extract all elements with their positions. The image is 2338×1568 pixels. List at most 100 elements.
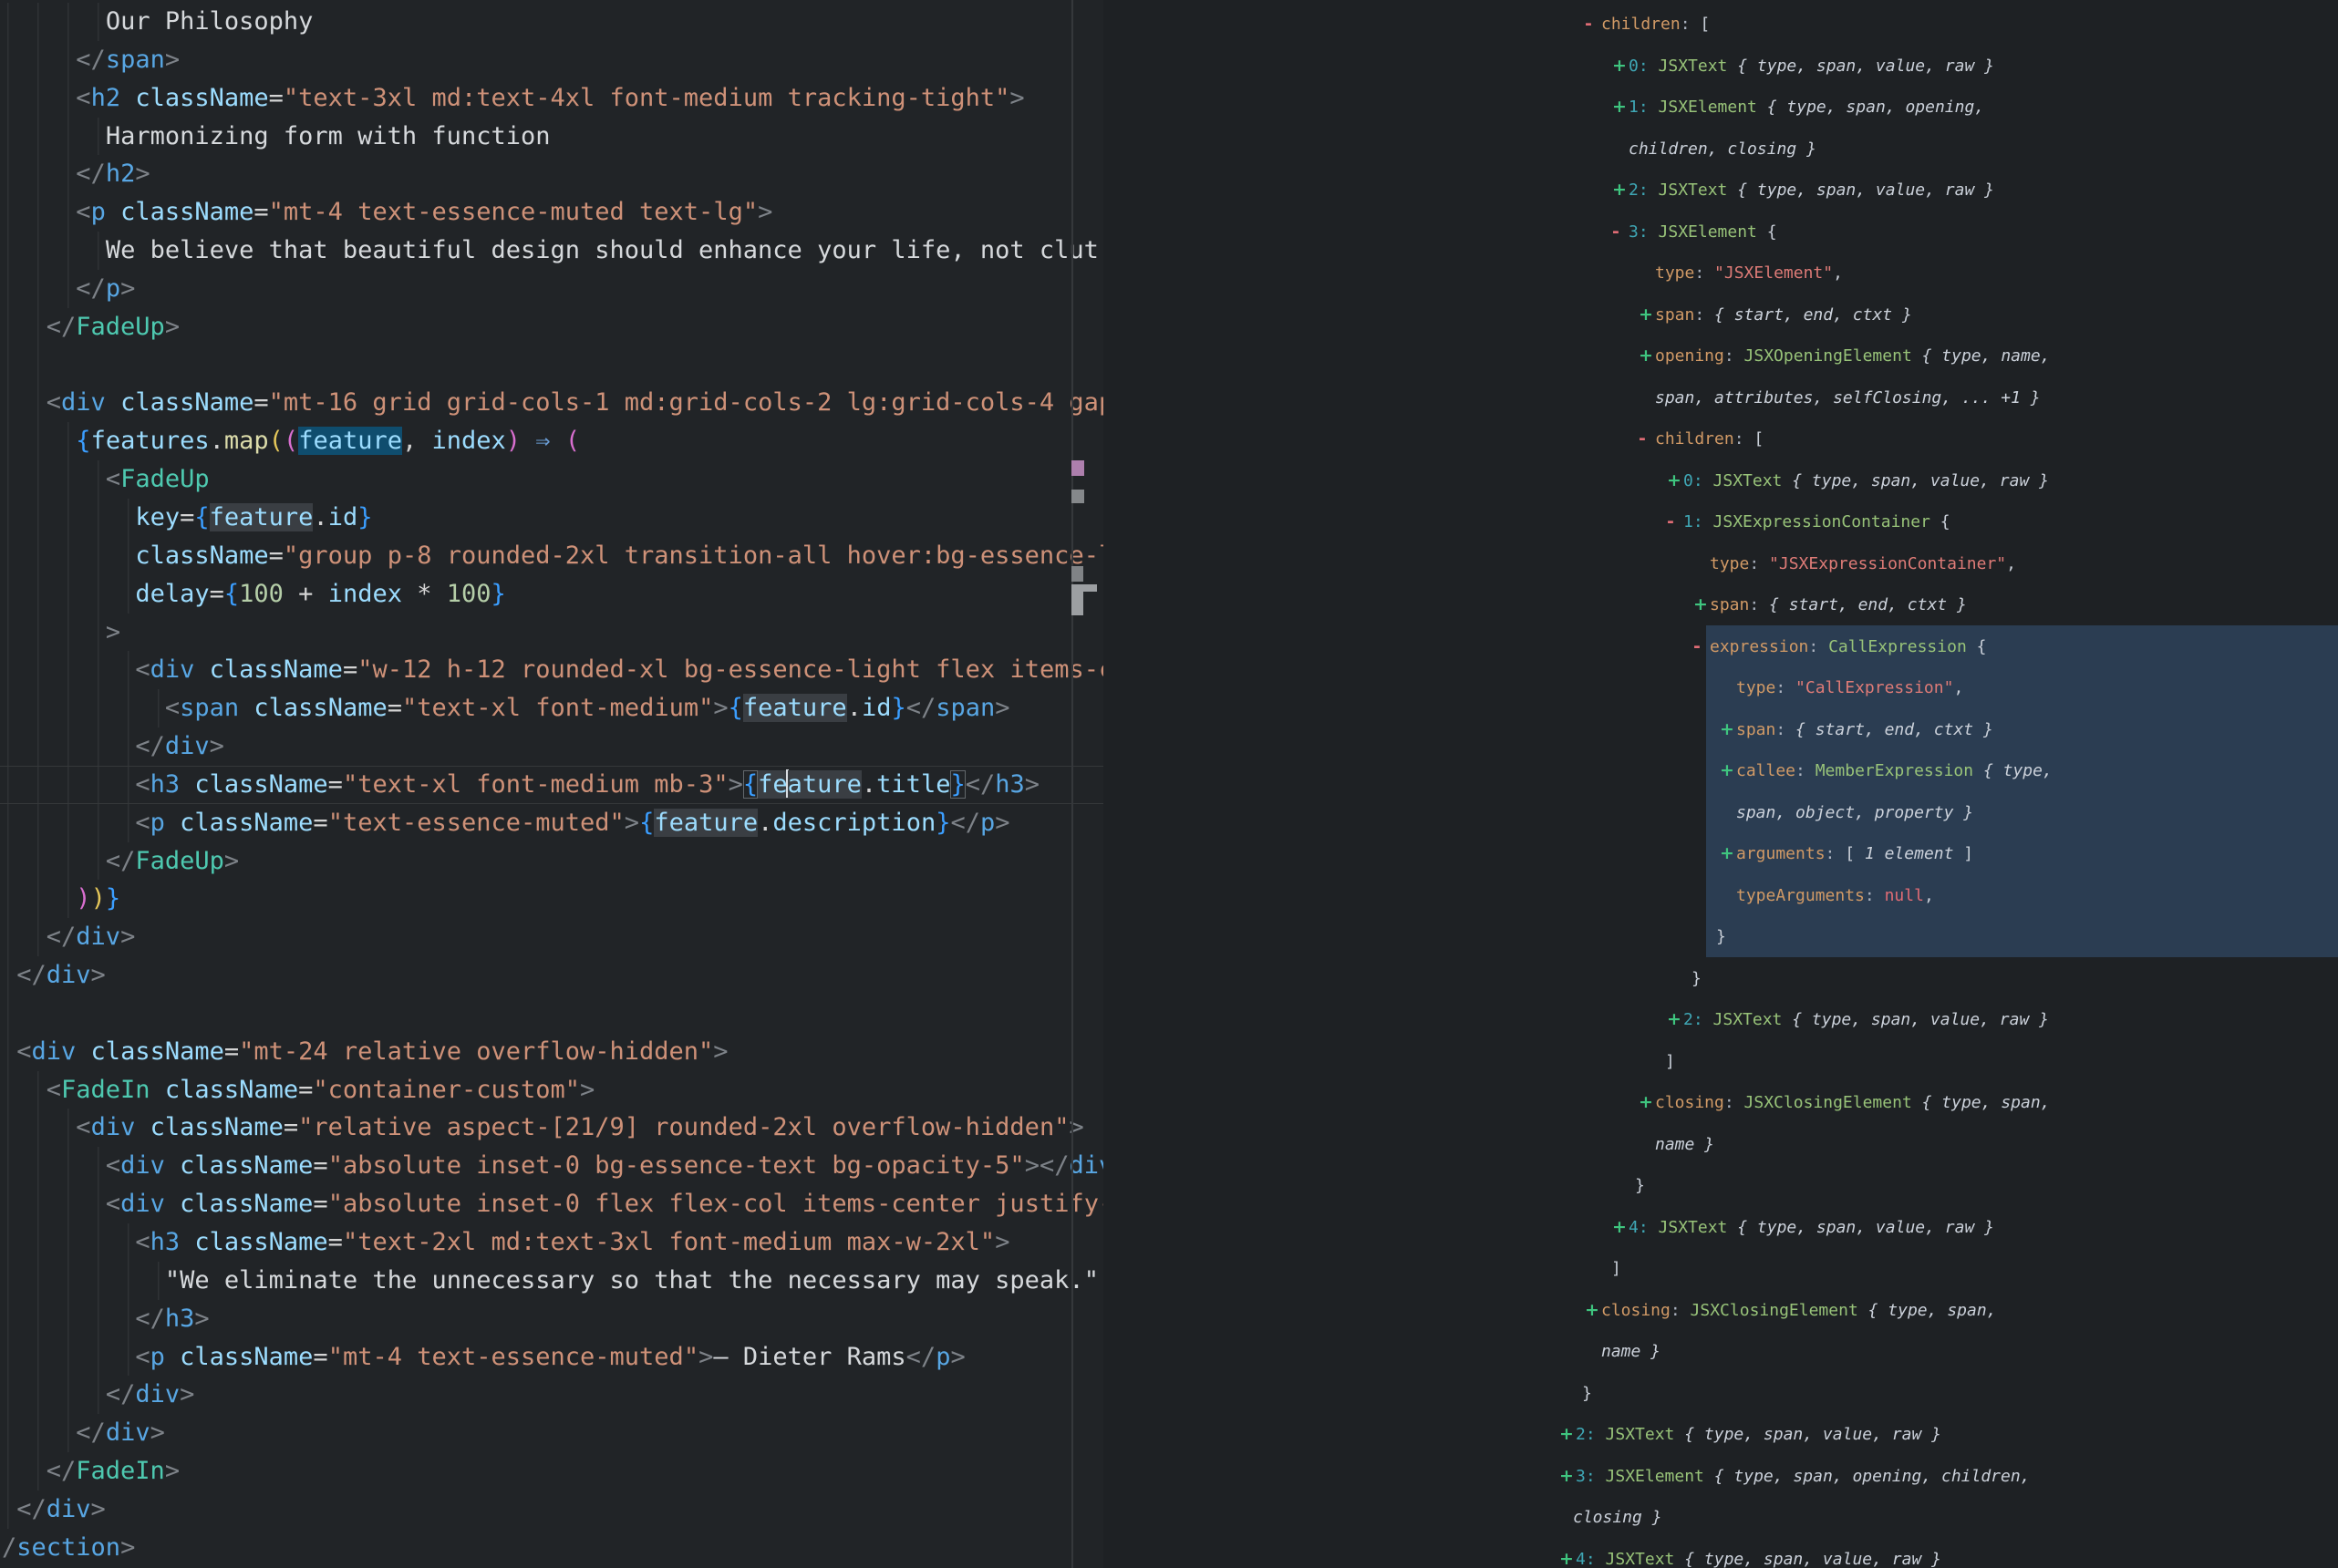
expand-toggle-icon[interactable]: + <box>1585 1290 1599 1332</box>
code-line[interactable]: "We eliminate the unnecessary so that th… <box>0 1262 1103 1300</box>
expand-toggle-icon[interactable]: + <box>1667 460 1681 502</box>
ast-row[interactable]: ] <box>1114 1041 2338 1083</box>
expand-toggle-icon[interactable]: + <box>1639 1082 1653 1124</box>
code-line[interactable]: delay={100 + index * 100} <box>0 575 1103 614</box>
code-line[interactable]: <h3 className="text-2xl md:text-3xl font… <box>0 1223 1103 1262</box>
ast-row[interactable]: +2: JSXText { type, span, value, raw } <box>1114 1414 2338 1456</box>
code-line[interactable]: <p className="mt-4 text-essence-muted te… <box>0 193 1103 232</box>
code-line[interactable]: className="group p-8 rounded-2xl transit… <box>0 537 1103 575</box>
ast-row[interactable]: +2: JSXText { type, span, value, raw } <box>1114 999 2338 1041</box>
code-line[interactable]: {features.map((feature, index) ⇒ ( <box>0 422 1103 460</box>
ast-row[interactable]: +closing: JSXClosingElement { type, span… <box>1114 1082 2338 1124</box>
code-line[interactable]: <FadeUp <box>0 460 1103 499</box>
code-line[interactable]: <div className="mt-24 relative overflow-… <box>0 1033 1103 1071</box>
ast-row[interactable]: ] <box>1114 1248 2338 1290</box>
ast-row[interactable]: +0: JSXText { type, span, value, raw } <box>1114 460 2338 502</box>
expand-toggle-icon[interactable]: + <box>1693 584 1708 626</box>
expand-toggle-icon[interactable]: + <box>1639 294 1653 336</box>
collapse-toggle-icon[interactable]: - <box>1585 4 1592 46</box>
code-line[interactable]: ))} <box>0 880 1103 918</box>
code-line[interactable]: </div> <box>0 727 1103 766</box>
code-line[interactable]: <div className="mt-16 grid grid-cols-1 m… <box>0 384 1103 422</box>
code-line[interactable]: </div> <box>0 918 1103 956</box>
ast-row[interactable]: } <box>1114 1373 2338 1415</box>
code-line[interactable] <box>0 995 1103 1033</box>
ast-row[interactable]: -children: [ <box>1114 418 2338 460</box>
ast-row[interactable]: +3: JSXElement { type, span, opening, ch… <box>1114 1456 2338 1498</box>
ast-row[interactable]: -1: JSXExpressionContainer { <box>1114 501 2338 543</box>
code-line[interactable]: </span> <box>0 41 1103 79</box>
ast-row[interactable]: +span: { start, end, ctxt } <box>1114 709 2338 751</box>
code-line[interactable]: key={feature.id} <box>0 499 1103 537</box>
code-line[interactable]: <div className="absolute inset-0 bg-esse… <box>0 1147 1103 1185</box>
expand-toggle-icon[interactable]: + <box>1559 1414 1574 1456</box>
code-line[interactable]: </FadeUp> <box>0 308 1103 346</box>
expand-toggle-icon[interactable]: + <box>1720 750 1734 792</box>
ast-row[interactable]: type: "JSXExpressionContainer", <box>1114 543 2338 585</box>
ast-row[interactable]: type: "CallExpression", <box>1114 667 2338 709</box>
expand-toggle-icon[interactable]: + <box>1612 87 1627 129</box>
ast-row[interactable]: typeArguments: null, <box>1114 875 2338 917</box>
code-line[interactable]: </FadeUp> <box>0 842 1103 881</box>
ast-row[interactable]: span, attributes, selfClosing, ... +1 } <box>1114 377 2338 419</box>
code-line[interactable]: > <box>0 614 1103 652</box>
code-line[interactable]: <p className="text-essence-muted">{featu… <box>0 804 1103 842</box>
code-line[interactable]: </div> <box>0 1491 1103 1529</box>
ast-row[interactable]: } <box>1114 958 2338 1000</box>
code-line[interactable]: </p> <box>0 270 1103 308</box>
code-line[interactable] <box>0 346 1103 385</box>
expand-toggle-icon[interactable]: + <box>1559 1539 1574 1568</box>
collapse-toggle-icon[interactable]: - <box>1612 211 1619 253</box>
code-line[interactable]: Our Philosophy <box>0 3 1103 41</box>
code-editor-pane[interactable]: Our Philosophy</span><h2 className="text… <box>0 0 1103 1568</box>
code-line[interactable]: <div className="absolute inset-0 flex fl… <box>0 1185 1103 1223</box>
expand-toggle-icon[interactable]: + <box>1612 1207 1627 1249</box>
expand-toggle-icon[interactable]: + <box>1612 46 1627 88</box>
code-line[interactable]: <h2 className="text-3xl md:text-4xl font… <box>0 79 1103 118</box>
ast-row[interactable]: children, closing } <box>1114 129 2338 170</box>
expand-toggle-icon[interactable]: + <box>1559 1456 1574 1498</box>
ast-row[interactable]: -expression: CallExpression { <box>1114 626 2338 668</box>
ast-row[interactable]: +span: { start, end, ctxt } <box>1114 294 2338 336</box>
collapse-toggle-icon[interactable]: - <box>1639 418 1646 460</box>
code-line[interactable]: </h2> <box>0 155 1103 193</box>
ast-row[interactable]: +2: JSXText { type, span, value, raw } <box>1114 170 2338 211</box>
code-line[interactable]: /section> <box>0 1529 1103 1567</box>
ast-row[interactable]: span, object, property } <box>1114 792 2338 834</box>
collapse-toggle-icon[interactable]: - <box>1693 626 1701 668</box>
ast-row[interactable]: +opening: JSXOpeningElement { type, name… <box>1114 335 2338 377</box>
collapse-toggle-icon[interactable]: - <box>1667 501 1674 543</box>
code-line[interactable]: </div> <box>0 1376 1103 1414</box>
code-line[interactable]: <h3 className="text-xl font-medium mb-3"… <box>0 766 1103 804</box>
code-line[interactable]: </div> <box>0 1414 1103 1452</box>
ast-row[interactable]: name } <box>1114 1331 2338 1373</box>
expand-toggle-icon[interactable]: + <box>1667 999 1681 1041</box>
expand-toggle-icon[interactable]: + <box>1639 335 1653 377</box>
ast-row[interactable]: +0: JSXText { type, span, value, raw } <box>1114 46 2338 88</box>
ast-row[interactable]: +span: { start, end, ctxt } <box>1114 584 2338 626</box>
ast-row[interactable]: type: "JSXElement", <box>1114 253 2338 294</box>
code-line[interactable]: <span className="text-xl font-medium">{f… <box>0 689 1103 727</box>
expand-toggle-icon[interactable]: + <box>1720 833 1734 875</box>
code-line[interactable]: We believe that beautiful design should … <box>0 232 1103 270</box>
code-line[interactable]: <FadeIn className="container-custom"> <box>0 1071 1103 1109</box>
ast-tree-panel[interactable]: -children: [+0: JSXText { type, span, va… <box>1114 0 2338 1568</box>
code-line[interactable]: </h3> <box>0 1300 1103 1338</box>
ast-row[interactable]: -3: JSXElement { <box>1114 211 2338 253</box>
ast-row[interactable]: -children: [ <box>1114 4 2338 46</box>
ast-row[interactable]: +closing: JSXClosingElement { type, span… <box>1114 1290 2338 1332</box>
code-line[interactable]: Harmonizing form with function <box>0 118 1103 156</box>
ast-row[interactable]: +1: JSXElement { type, span, opening, <box>1114 87 2338 129</box>
ast-row[interactable]: } <box>1114 1165 2338 1207</box>
expand-toggle-icon[interactable]: + <box>1612 170 1627 211</box>
ast-row[interactable]: closing } <box>1114 1497 2338 1539</box>
expand-toggle-icon[interactable]: + <box>1720 709 1734 751</box>
ast-row[interactable]: +callee: MemberExpression { type, <box>1114 750 2338 792</box>
code-line[interactable]: <div className="w-12 h-12 rounded-xl bg-… <box>0 651 1103 689</box>
ast-row[interactable]: +4: JSXText { type, span, value, raw } <box>1114 1207 2338 1249</box>
code-line[interactable]: </div> <box>0 956 1103 995</box>
code-line[interactable]: </FadeIn> <box>0 1452 1103 1491</box>
code-line[interactable]: <div className="relative aspect-[21/9] r… <box>0 1109 1103 1147</box>
ast-row[interactable]: } <box>1114 916 2338 958</box>
ast-row[interactable]: name } <box>1114 1124 2338 1166</box>
